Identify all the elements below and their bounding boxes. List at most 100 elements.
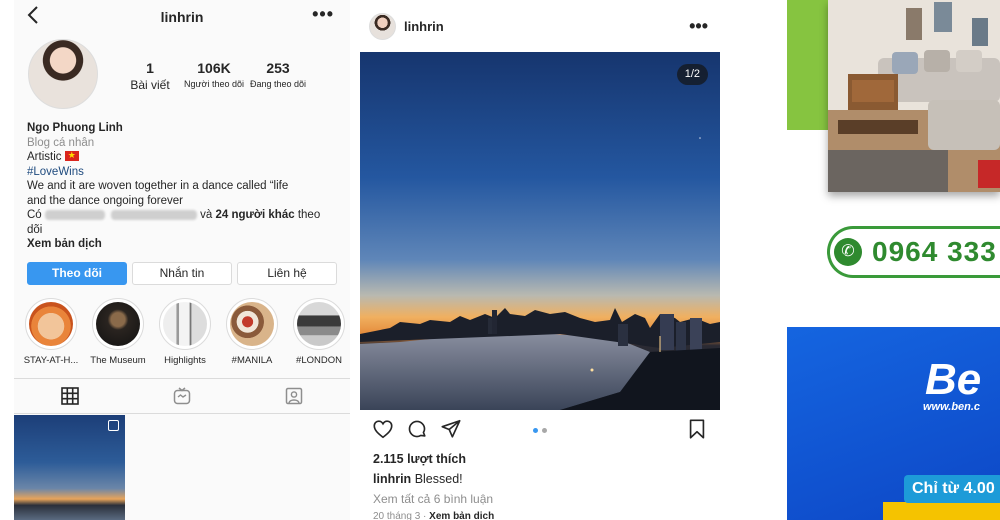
post-header: linhrin ••• xyxy=(360,0,720,52)
post-actions xyxy=(360,418,720,444)
post-panel: linhrin ••• 1/2 2.115 lượt thích linhrin… xyxy=(360,0,720,520)
highlight-ring xyxy=(25,298,77,350)
highlight-item[interactable]: The Museum xyxy=(87,298,149,366)
stat-posts[interactable]: 1 Bài viết xyxy=(118,60,182,92)
highlight-label: The Museum xyxy=(90,355,146,366)
share-icon[interactable] xyxy=(440,418,462,445)
post-image[interactable]: 1/2 xyxy=(360,52,720,410)
stat-followers[interactable]: 106K Người theo dõi xyxy=(182,60,246,92)
living-room-illustration xyxy=(828,0,1000,192)
page: linhrin ••• 1 Bài viết 106K Người theo d… xyxy=(0,0,1000,520)
tagged-icon xyxy=(285,387,303,405)
caption-text: Blessed! xyxy=(414,472,463,486)
ben-url: www.ben.c xyxy=(923,401,981,413)
highlight-label: #MANILA xyxy=(231,355,273,366)
ad-living-room-photo[interactable] xyxy=(828,0,1000,192)
post-date: 20 tháng 3 xyxy=(373,511,421,520)
post-avatar[interactable] xyxy=(369,13,396,40)
highlight-cover xyxy=(29,302,73,346)
followed-by-prefix: Có xyxy=(27,209,42,221)
comment-icon[interactable] xyxy=(406,418,428,445)
blurred-username xyxy=(110,209,197,220)
bio-quote-line-2: and the dance ongoing forever xyxy=(27,194,184,207)
ad-phone-number[interactable]: 0964 333 xyxy=(872,236,997,268)
profile-panel: linhrin ••• 1 Bài viết 106K Người theo d… xyxy=(14,0,350,520)
more-options-icon[interactable]: ••• xyxy=(689,16,708,37)
promo-stripe xyxy=(883,502,1000,520)
stat-posts-value: 1 xyxy=(146,60,154,76)
highlight-ring xyxy=(92,298,144,350)
highlight-item[interactable]: STAY-AT-H... xyxy=(20,298,82,366)
vietnam-flag-icon xyxy=(64,148,79,163)
sunset-city-photo xyxy=(360,52,720,410)
profile-username: linhrin xyxy=(160,9,204,25)
see-translation-link[interactable]: Xem bản dịch xyxy=(27,237,327,252)
highlight-cover xyxy=(297,302,341,346)
carousel-counter: 1/2 xyxy=(676,64,708,85)
carousel-dot xyxy=(542,428,547,433)
igtv-icon xyxy=(173,387,191,405)
tab-grid[interactable] xyxy=(14,379,126,413)
bio-quote-line-1: We and it are woven together in a dance … xyxy=(27,180,289,192)
stat-followers-value: 106K xyxy=(197,60,231,76)
bio-hashtag[interactable]: #LoveWins xyxy=(27,165,327,180)
highlight-ring xyxy=(293,298,345,350)
view-all-comments[interactable]: Xem tất cả 6 bình luận xyxy=(373,492,493,506)
bio-line-artistic: Artistic xyxy=(27,148,327,165)
bio-artistic-text: Artistic xyxy=(27,151,62,163)
like-icon[interactable] xyxy=(372,418,394,445)
followed-by-count: 24 người khác xyxy=(215,209,295,221)
tab-tagged[interactable] xyxy=(238,379,350,413)
tab-igtv[interactable] xyxy=(126,379,238,413)
carousel-dot-active xyxy=(533,428,538,433)
follow-button[interactable]: Theo dõi xyxy=(27,262,127,285)
highlight-cover xyxy=(96,302,140,346)
post-username[interactable]: linhrin xyxy=(404,19,444,34)
grid-icon xyxy=(61,387,79,405)
message-button[interactable]: Nhắn tin xyxy=(132,262,232,285)
post-date-row: 20 tháng 3 · Xem bản dịch xyxy=(373,511,494,520)
stat-following-label: Đang theo dõi xyxy=(249,79,307,89)
grid-post-thumbnail[interactable] xyxy=(14,415,125,520)
followed-by-and: và xyxy=(200,209,213,221)
profile-full-name: Ngo Phuong Linh xyxy=(27,122,123,134)
caption-username[interactable]: linhrin xyxy=(373,472,411,486)
highlight-item[interactable]: #LONDON xyxy=(288,298,350,366)
followed-by[interactable]: Có và 24 người khác theo xyxy=(27,208,327,223)
blurred-username xyxy=(44,209,105,220)
stat-followers-label: Người theo dõi xyxy=(184,79,244,89)
contact-button[interactable]: Liên hệ xyxy=(237,262,337,285)
profile-actions: Theo dõi Nhắn tin Liên hệ xyxy=(27,262,339,285)
post-caption: linhrin Blessed! xyxy=(373,472,463,486)
ad-banner-ben[interactable]: Be www.ben.c Chỉ từ 4.00 xyxy=(787,327,1000,520)
like-count[interactable]: 2.115 lượt thích xyxy=(373,452,466,466)
promo-price-badge: Chỉ từ 4.00 xyxy=(904,475,1000,503)
profile-stats: 1 Bài viết 106K Người theo dõi 253 Đang … xyxy=(118,60,318,92)
multiple-photos-icon xyxy=(108,420,119,431)
stat-posts-label: Bài viết xyxy=(130,78,170,92)
highlight-item[interactable]: #MANILA xyxy=(221,298,283,366)
profile-bio: Ngo Phuong Linh Blog cá nhân Artistic #L… xyxy=(27,121,327,252)
highlight-label: Highlights xyxy=(164,355,206,366)
highlight-cover xyxy=(230,302,274,346)
bookmark-icon[interactable] xyxy=(687,418,707,445)
profile-avatar[interactable] xyxy=(28,39,98,109)
profile-tabs xyxy=(14,378,350,414)
highlight-ring xyxy=(159,298,211,350)
story-highlights: STAY-AT-H... The Museum Highlights #MANI… xyxy=(20,298,350,366)
followed-by-tail-2: dõi xyxy=(27,223,43,236)
highlight-cover xyxy=(163,302,207,346)
more-options-icon[interactable]: ••• xyxy=(312,4,334,25)
see-translation-link[interactable]: Xem bản dịch xyxy=(429,511,494,520)
followed-by-tail: theo xyxy=(297,209,321,221)
highlight-item[interactable]: Highlights xyxy=(154,298,216,366)
carousel-dots xyxy=(533,428,547,433)
ben-logo: Be xyxy=(925,355,982,404)
date-separator: · xyxy=(423,511,427,520)
stat-following[interactable]: 253 Đang theo dõi xyxy=(246,60,310,92)
phone-icon: ✆ xyxy=(834,238,862,266)
stat-following-value: 253 xyxy=(266,60,290,76)
highlight-label: STAY-AT-H... xyxy=(23,355,79,366)
profile-topbar: linhrin ••• xyxy=(14,0,350,34)
highlight-label: #LONDON xyxy=(296,355,342,366)
